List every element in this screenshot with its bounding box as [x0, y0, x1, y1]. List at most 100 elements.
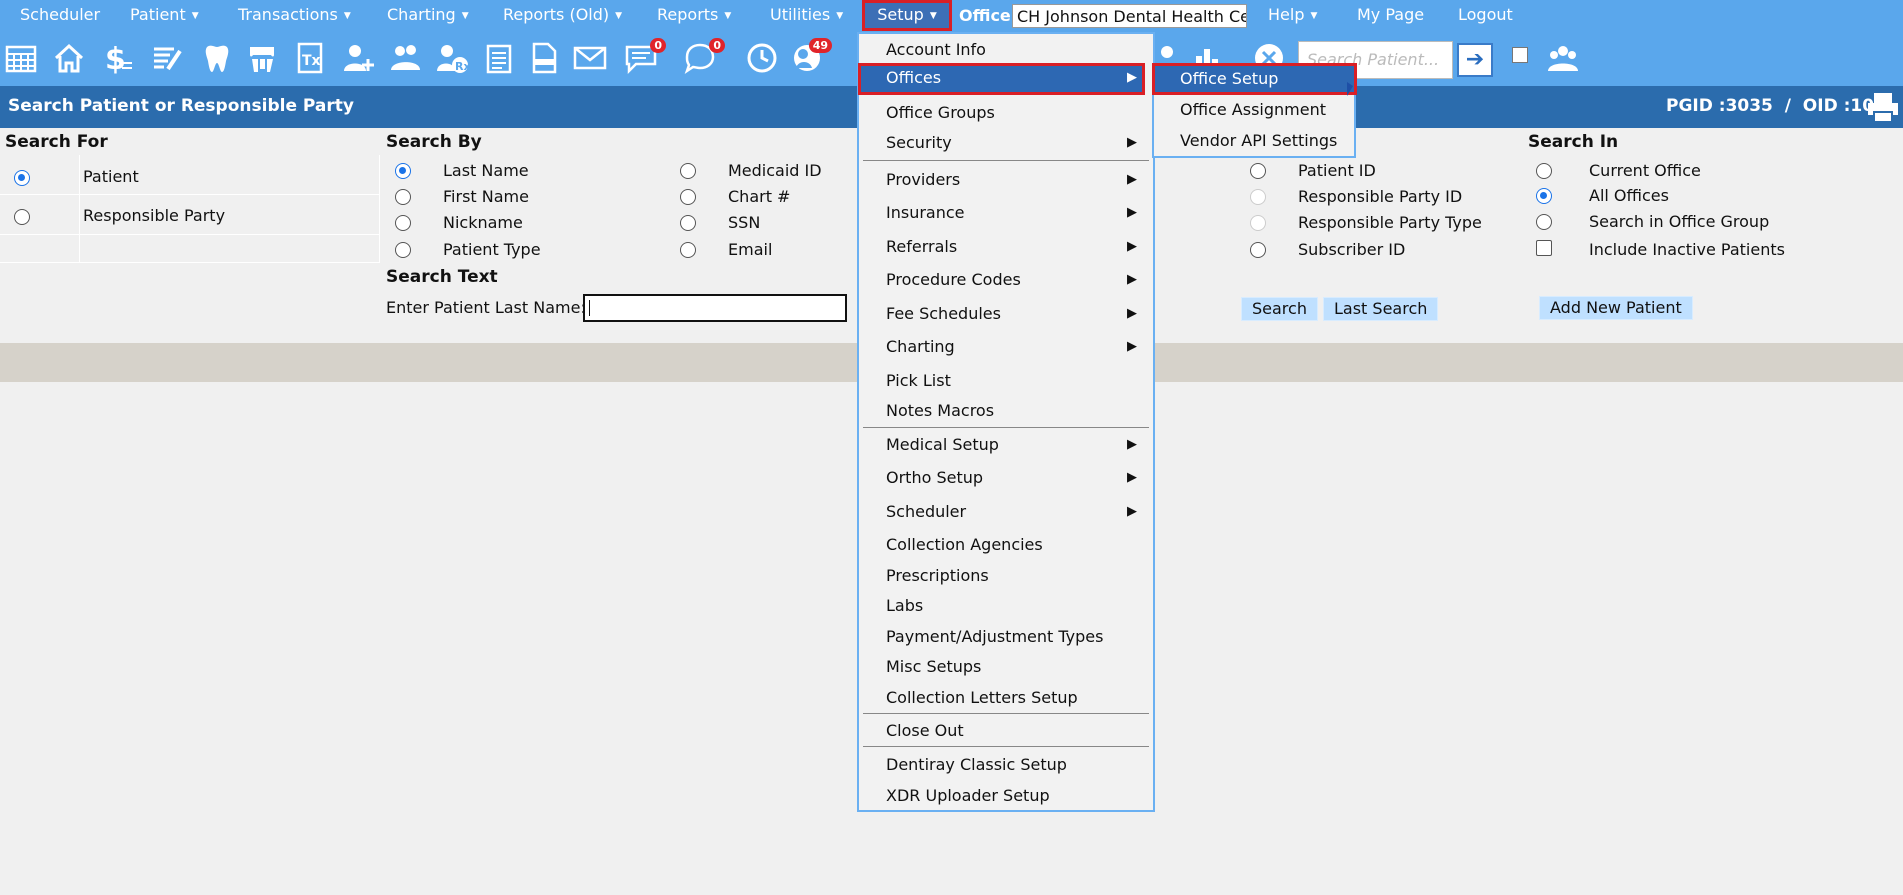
- treatment-plan-icon[interactable]: Tx: [293, 41, 327, 75]
- submenu-arrow-icon: ▶: [1127, 306, 1137, 321]
- search-go-button[interactable]: ➔: [1457, 43, 1493, 77]
- submenu-item-office-assignment[interactable]: Office Assignment: [1180, 100, 1326, 119]
- office-label: Office: [959, 6, 1011, 25]
- setup-item-payment-adjustment[interactable]: Payment/Adjustment Types: [886, 627, 1103, 646]
- radio-last-name[interactable]: [395, 163, 411, 179]
- last-search-button[interactable]: Last Search: [1323, 297, 1439, 321]
- search-button[interactable]: Search: [1241, 297, 1318, 321]
- setup-item-insurance[interactable]: Insurance: [886, 203, 965, 222]
- radio-medicaid-id[interactable]: [680, 163, 696, 179]
- menu-transactions[interactable]: Transactions ▼: [238, 0, 351, 31]
- radio-ssn[interactable]: [680, 215, 696, 231]
- add-patient-icon[interactable]: [342, 41, 376, 75]
- setup-item-providers[interactable]: Providers: [886, 170, 960, 189]
- menu-help-label: Help: [1268, 5, 1305, 24]
- last-name-input[interactable]: [583, 294, 847, 322]
- setup-item-pick-list[interactable]: Pick List: [886, 371, 951, 390]
- radio-patient-id[interactable]: [1250, 163, 1266, 179]
- radio-patient-type[interactable]: [395, 242, 411, 258]
- menu-charting[interactable]: Charting ▼: [387, 0, 469, 31]
- submenu-item-office-setup-label: Office Setup: [1180, 69, 1279, 88]
- radio-current-office[interactable]: [1536, 163, 1552, 179]
- menu-setup[interactable]: Setup ▼: [862, 0, 952, 31]
- radio-office-group[interactable]: [1536, 214, 1552, 230]
- radio-patient[interactable]: [14, 170, 30, 186]
- setup-item-medical-setup[interactable]: Medical Setup: [886, 435, 999, 454]
- text-cursor: [589, 300, 590, 316]
- setup-item-collection-letters[interactable]: Collection Letters Setup: [886, 688, 1078, 707]
- submenu-arrow-icon: ▶: [1127, 172, 1137, 187]
- setup-item-ortho-setup[interactable]: Ortho Setup: [886, 468, 983, 487]
- menu-logout[interactable]: Logout: [1458, 0, 1513, 31]
- menu-my-page-label: My Page: [1357, 5, 1425, 24]
- family-add-icon[interactable]: [390, 41, 424, 75]
- clipboard-list-icon[interactable]: [482, 41, 516, 75]
- setup-item-procedure-codes[interactable]: Procedure Codes: [886, 270, 1021, 289]
- submenu-arrow-icon: ▶: [1127, 135, 1137, 150]
- submenu-item-vendor-api[interactable]: Vendor API Settings: [1180, 131, 1337, 150]
- chat-icon[interactable]: 0: [683, 38, 725, 75]
- setup-item-close-out[interactable]: Close Out: [886, 721, 964, 740]
- menu-reports-old-label: Reports (Old): [503, 5, 610, 24]
- setup-item-dentiray[interactable]: Dentiray Classic Setup: [886, 755, 1067, 774]
- label-email: Email: [728, 240, 773, 259]
- setup-item-misc-setups[interactable]: Misc Setups: [886, 657, 981, 676]
- teeth-chart-icon[interactable]: [245, 41, 279, 75]
- setup-item-xdr-uploader[interactable]: XDR Uploader Setup: [886, 786, 1050, 805]
- menu-help[interactable]: Help ▼: [1268, 0, 1317, 31]
- setup-item-scheduler[interactable]: Scheduler: [886, 502, 966, 521]
- mail-icon[interactable]: [573, 41, 607, 75]
- menu-reports-old[interactable]: Reports (Old) ▼: [503, 0, 622, 31]
- tooth-icon[interactable]: [200, 41, 234, 75]
- setup-item-prescriptions[interactable]: Prescriptions: [886, 566, 989, 585]
- notes-icon[interactable]: [150, 41, 184, 75]
- menu-patient-label: Patient: [130, 5, 186, 24]
- setup-item-offices-label: Offices: [886, 68, 942, 87]
- prescription-icon[interactable]: Rx: [435, 41, 471, 75]
- radio-first-name[interactable]: [395, 189, 411, 205]
- radio-all-offices[interactable]: [1536, 188, 1552, 204]
- setup-item-collection-agencies[interactable]: Collection Agencies: [886, 535, 1043, 554]
- radio-email[interactable]: [680, 242, 696, 258]
- ledger-dollar-icon[interactable]: $: [100, 41, 134, 77]
- group-users-icon[interactable]: [1546, 41, 1580, 75]
- menu-patient[interactable]: Patient ▼: [130, 0, 199, 31]
- radio-responsible-party[interactable]: [14, 209, 30, 225]
- radio-responsible-party-id[interactable]: [1250, 189, 1266, 205]
- radio-subscriber-id[interactable]: [1250, 242, 1266, 258]
- menu-utilities[interactable]: Utilities ▼: [770, 0, 843, 31]
- menu-divider: [863, 746, 1149, 747]
- home-icon[interactable]: [52, 41, 86, 75]
- setup-item-referrals[interactable]: Referrals: [886, 237, 957, 256]
- office-select[interactable]: CH Johnson Dental Health Ce: [1012, 4, 1247, 28]
- setup-item-charting[interactable]: Charting: [886, 337, 955, 356]
- setup-item-labs[interactable]: Labs: [886, 596, 923, 615]
- add-new-patient-button[interactable]: Add New Patient: [1539, 296, 1693, 320]
- setup-item-notes-macros[interactable]: Notes Macros: [886, 401, 994, 420]
- label-responsible-party-id: Responsible Party ID: [1298, 187, 1463, 206]
- radio-chart-number[interactable]: [680, 189, 696, 205]
- menu-scheduler[interactable]: Scheduler: [20, 0, 100, 31]
- messages-icon[interactable]: 0: [624, 38, 666, 75]
- setup-item-account-info[interactable]: Account Info: [886, 40, 986, 59]
- search-for-cell: [80, 235, 380, 263]
- label-office-group: Search in Office Group: [1589, 212, 1770, 231]
- menu-divider: [863, 713, 1149, 714]
- setup-item-fee-schedules[interactable]: Fee Schedules: [886, 304, 1001, 323]
- radio-responsible-party-type[interactable]: [1250, 215, 1266, 231]
- clock-icon[interactable]: [745, 41, 779, 75]
- radio-nickname[interactable]: [395, 215, 411, 231]
- document-icon[interactable]: [527, 41, 561, 75]
- checkbox-include-inactive[interactable]: [1536, 240, 1552, 256]
- menu-my-page[interactable]: My Page: [1357, 0, 1424, 31]
- alerts-icon[interactable]: 49: [790, 38, 832, 75]
- setup-item-security[interactable]: Security: [886, 133, 952, 152]
- menu-reports[interactable]: Reports ▼: [657, 0, 731, 31]
- setup-item-office-groups[interactable]: Office Groups: [886, 103, 995, 122]
- menu-utilities-label: Utilities: [770, 5, 831, 24]
- printer-icon[interactable]: [1866, 90, 1900, 128]
- caret-down-icon: ▼: [1310, 11, 1318, 21]
- caret-down-icon: ▼: [615, 11, 623, 21]
- calendar-icon[interactable]: [4, 41, 38, 75]
- toolbar-checkbox[interactable]: [1512, 47, 1528, 63]
